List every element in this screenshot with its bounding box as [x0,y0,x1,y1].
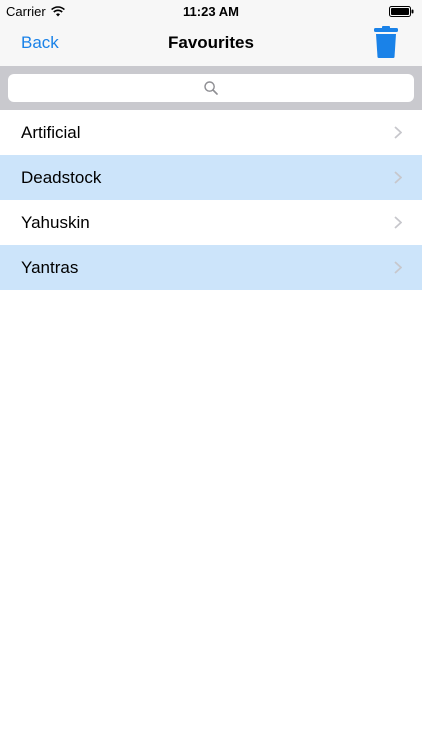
chevron-right-icon [394,261,402,274]
chevron-right-icon [394,171,402,184]
search-bar [0,66,422,110]
favourites-list: Artificial Deadstock Yahuskin Yantras [0,110,422,290]
list-item-label: Artificial [21,122,81,142]
list-item[interactable]: Deadstock [0,155,422,200]
list-item-label: Yantras [21,257,79,277]
chevron-right-icon [394,126,402,139]
navigation-bar: Back Favourites [0,22,422,66]
chevron-right-icon [394,216,402,229]
list-item-label: Yahuskin [21,212,90,232]
list-item-label: Deadstock [21,167,102,187]
list-item[interactable]: Artificial [0,110,422,155]
battery-icon [389,6,414,17]
page-title: Favourites [168,33,254,52]
search-input[interactable] [8,74,414,102]
status-time: 11:23 AM [183,4,239,19]
status-bar: Carrier 11:23 AM [0,0,422,22]
list-item[interactable]: Yantras [0,245,422,290]
list-item[interactable]: Yahuskin [0,200,422,245]
search-field[interactable] [8,74,414,102]
trash-icon[interactable] [374,26,398,58]
back-button[interactable]: Back [21,33,59,53]
